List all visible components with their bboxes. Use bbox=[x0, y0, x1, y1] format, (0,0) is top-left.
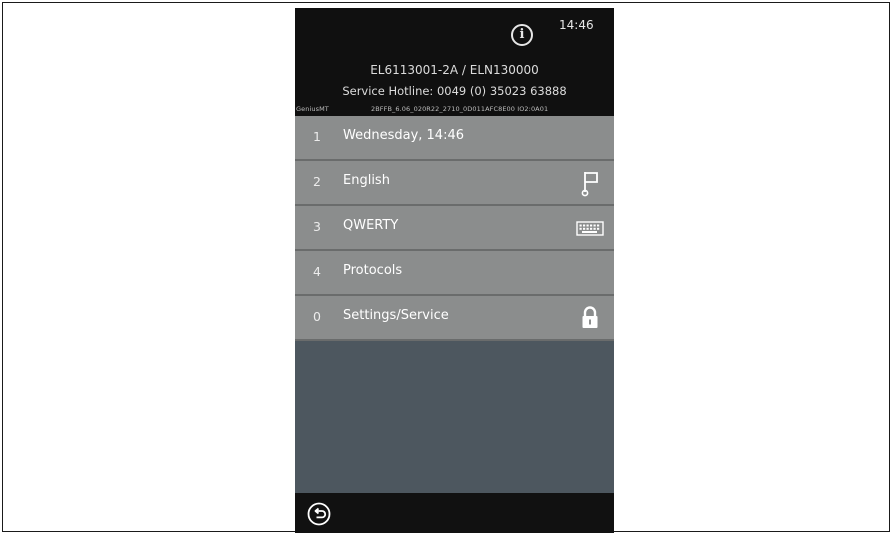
menu-item-language[interactable]: 2 English bbox=[295, 161, 614, 206]
menu-item-keyboard-layout[interactable]: 3 QWERTY bbox=[295, 206, 614, 251]
device-screen: i 14:46 EL6113001-2A / ELN130000 Service… bbox=[295, 8, 614, 533]
menu-item-number: 2 bbox=[313, 174, 321, 189]
device-name: GeniusMT bbox=[296, 105, 329, 113]
menu-item-label: English bbox=[343, 173, 390, 188]
content-area bbox=[295, 341, 614, 493]
service-hotline: Service Hotline: 0049 (0) 35023 63888 bbox=[342, 84, 567, 98]
model-number: EL6113001-2A / ELN130000 bbox=[370, 63, 539, 77]
info-icon[interactable]: i bbox=[511, 24, 533, 46]
menu-item-label: Wednesday, 14:46 bbox=[343, 128, 464, 143]
lock-icon bbox=[582, 306, 598, 328]
menu-item-number: 1 bbox=[313, 129, 321, 144]
screenshot-frame: i 14:46 EL6113001-2A / ELN130000 Service… bbox=[2, 2, 890, 533]
menu-item-label: Settings/Service bbox=[343, 308, 449, 323]
menu-item-label: Protocols bbox=[343, 263, 403, 278]
firmware-version: 2BFFB_6.06_020R22_2710_0D011AFC8E00 IO2:… bbox=[371, 105, 549, 113]
main-menu: 1 Wednesday, 14:46 2 English 3 QWERTY 4 … bbox=[295, 116, 614, 341]
footer-bar bbox=[295, 493, 614, 533]
keyboard-icon bbox=[576, 221, 604, 236]
flag-icon bbox=[581, 172, 598, 197]
menu-item-label: QWERTY bbox=[343, 218, 399, 233]
menu-item-number: 0 bbox=[313, 309, 321, 324]
menu-item-date-time[interactable]: 1 Wednesday, 14:46 bbox=[295, 116, 614, 161]
menu-item-number: 4 bbox=[313, 264, 321, 279]
menu-item-settings-service[interactable]: 0 Settings/Service bbox=[295, 296, 614, 341]
menu-item-protocols[interactable]: 4 Protocols bbox=[295, 251, 614, 296]
back-arrow-icon[interactable] bbox=[307, 502, 331, 526]
status-header: i 14:46 EL6113001-2A / ELN130000 Service… bbox=[295, 8, 614, 116]
menu-item-number: 3 bbox=[313, 219, 321, 234]
clock: 14:46 bbox=[559, 18, 594, 32]
